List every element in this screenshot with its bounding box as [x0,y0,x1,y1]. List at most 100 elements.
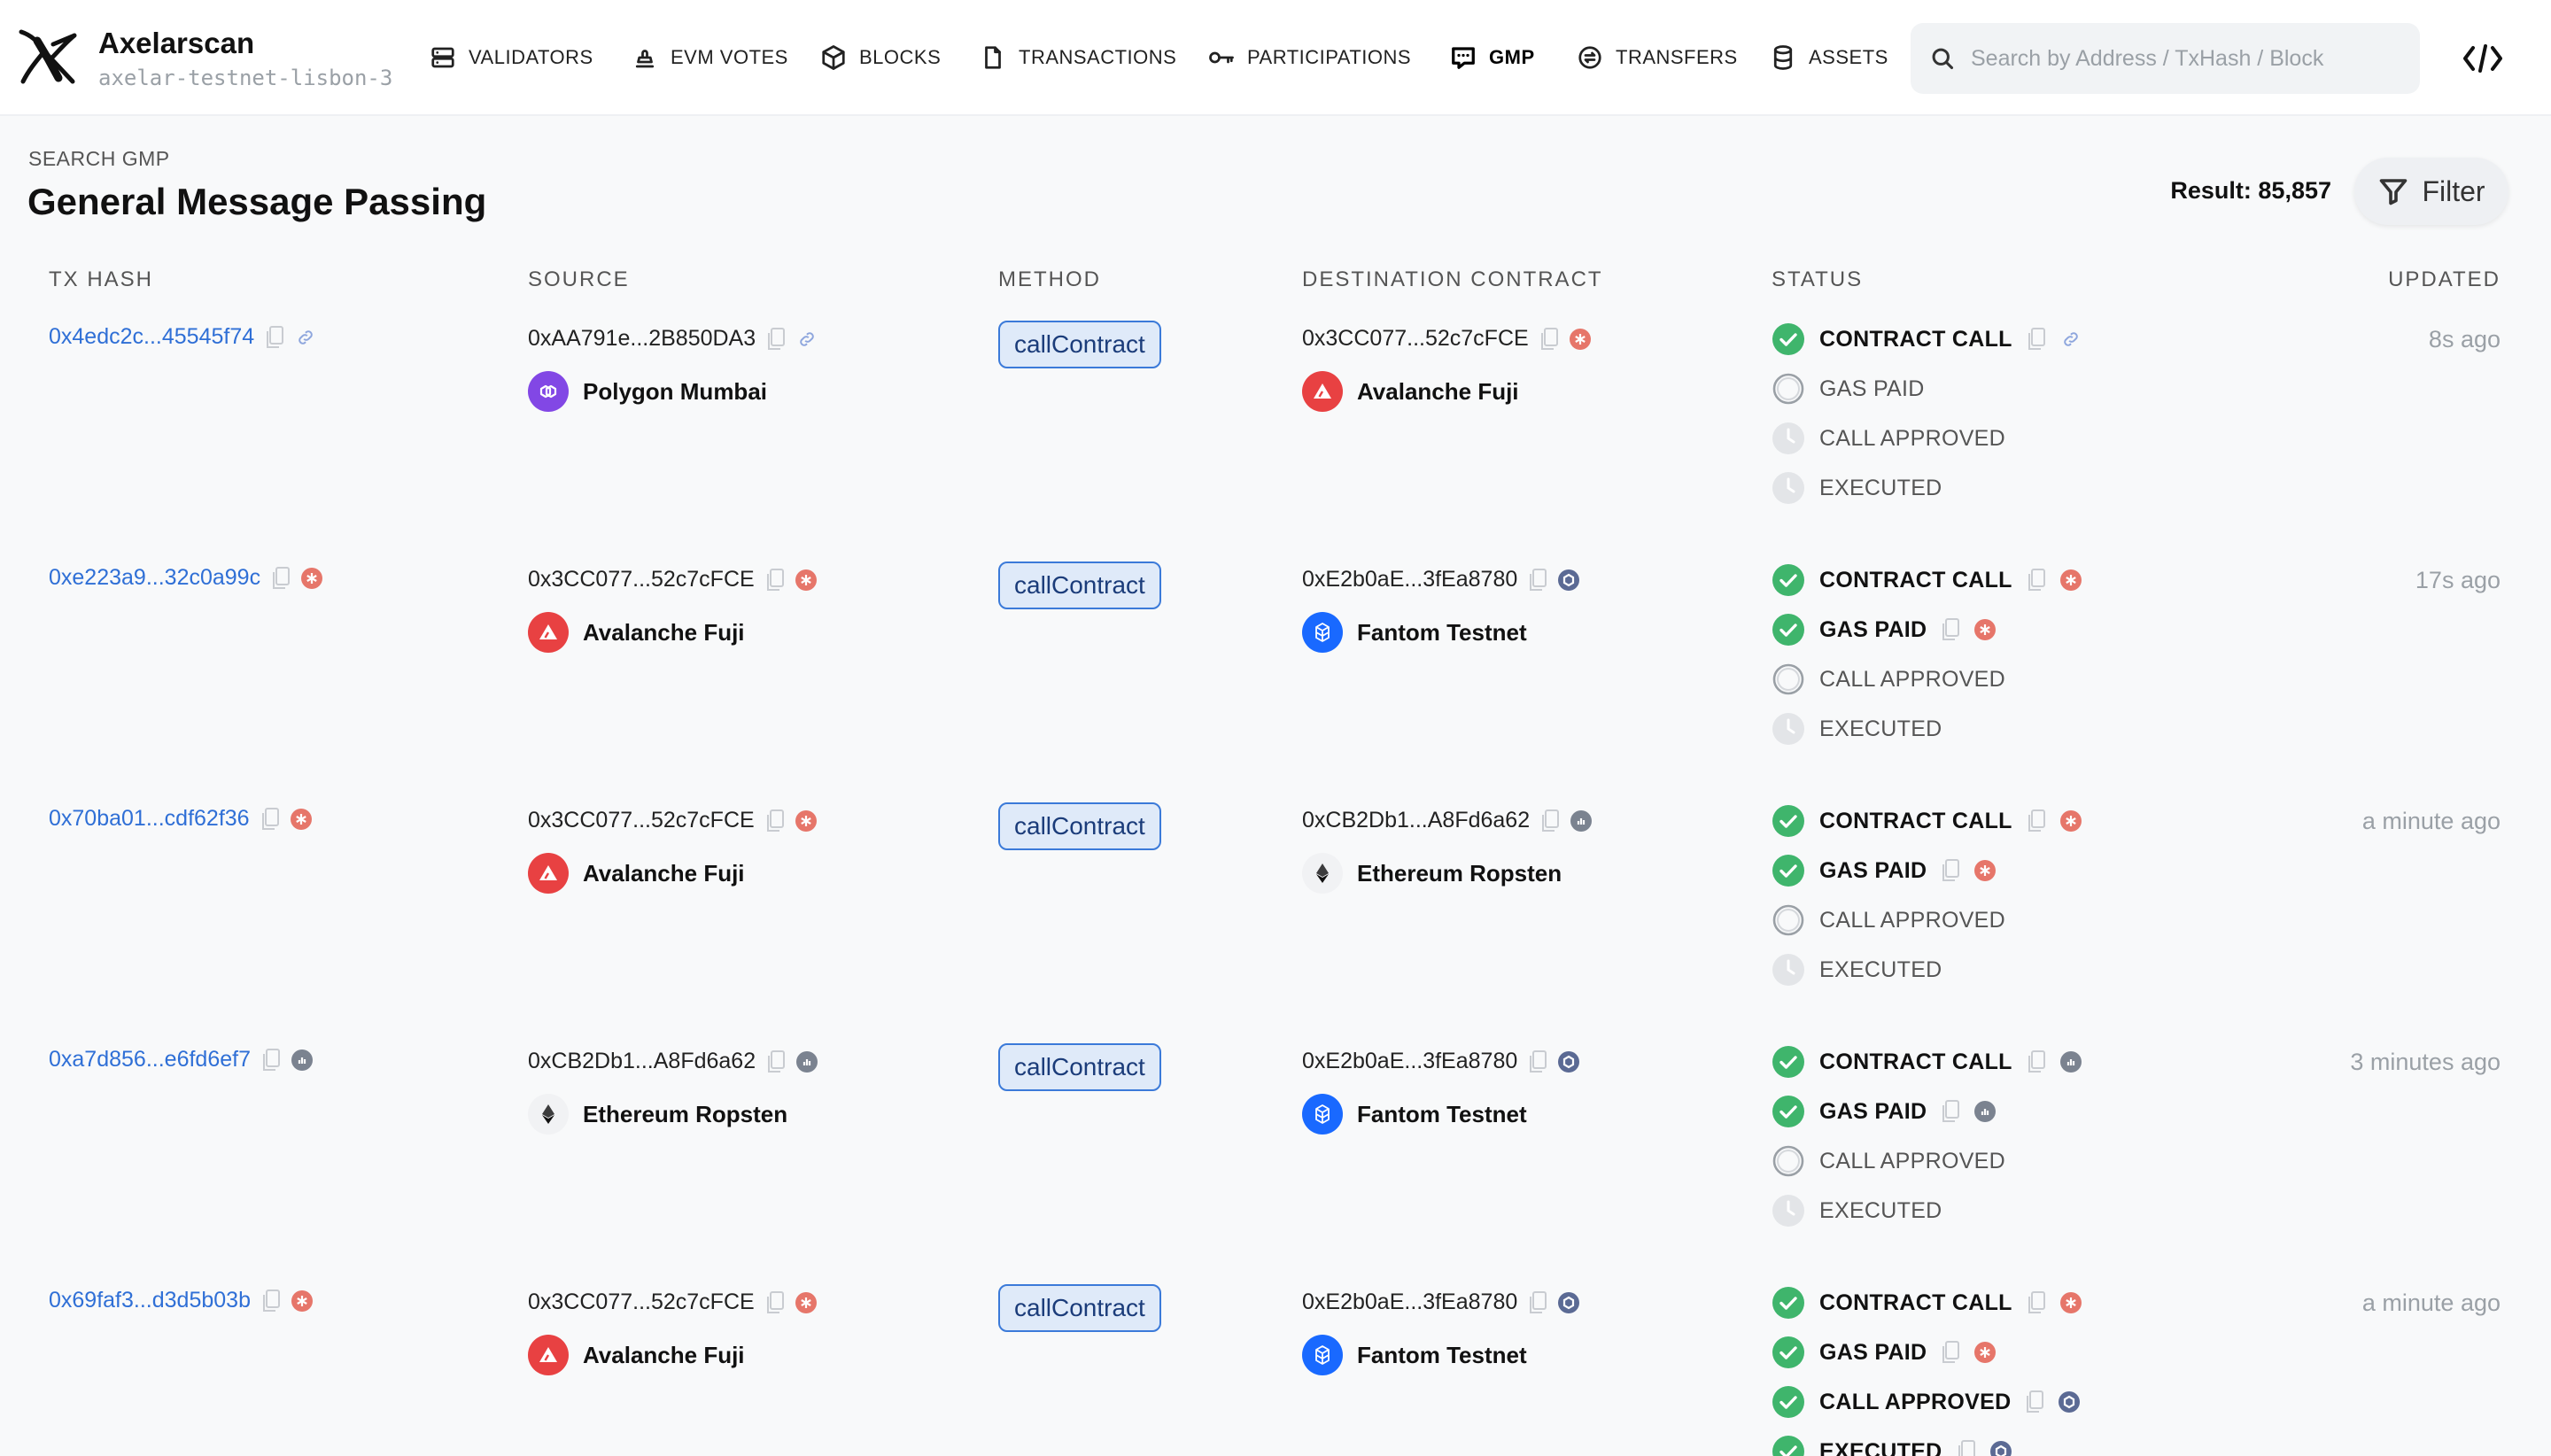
filter-button[interactable]: Filter [2354,158,2508,225]
spinner-icon [1772,904,1804,936]
nav-transactions[interactable]: TRANSACTIONS [980,43,1176,73]
copy-icon[interactable] [261,1289,281,1313]
copy-icon[interactable] [765,809,785,833]
status-step-label: GAS PAID [1819,616,1927,642]
status-step-label: GAS PAID [1819,1339,1927,1365]
snowtrace-icon[interactable] [290,808,312,830]
copy-icon[interactable] [1941,1340,1960,1365]
copy-icon[interactable] [1540,809,1560,833]
link-icon[interactable] [796,329,818,350]
snowtrace-icon[interactable] [301,567,323,589]
etherscan-icon[interactable] [291,1049,313,1071]
nav-assets-label: ASSETS [1809,46,1888,68]
tx-hash-link[interactable]: 0xe223a9...32c0a99c [49,565,260,591]
copy-icon[interactable] [2025,1390,2044,1414]
copy-icon[interactable] [2027,1049,2046,1074]
nav-participations[interactable]: PARTICIPATIONS [1208,43,1411,73]
copy-icon[interactable] [2027,568,2046,592]
destination-address[interactable]: 0x3CC077...52c7cFCE [1302,326,1529,352]
etherscan-icon[interactable] [1974,1101,1997,1122]
search-box[interactable] [1911,23,2420,94]
ftmscan-icon[interactable] [2059,1391,2081,1413]
copy-icon[interactable] [1941,858,1960,883]
tx-hash-link[interactable]: 0x69faf3...d3d5b03b [49,1288,251,1313]
copy-icon[interactable] [765,568,785,592]
nav-blocks[interactable]: BLOCKS [820,43,941,73]
snowtrace-icon[interactable] [795,569,817,591]
copy-icon[interactable] [765,1290,785,1315]
destination-address[interactable]: 0xE2b0aE...3fEa8780 [1302,1049,1517,1074]
nav-validators[interactable]: VALIDATORS [430,43,593,73]
snowtrace-icon[interactable] [1974,860,1997,881]
nav-assets[interactable]: ASSETS [1770,43,1888,73]
destination-address[interactable]: 0xE2b0aE...3fEa8780 [1302,567,1517,592]
snowtrace-icon[interactable] [2059,569,2082,591]
copy-icon[interactable] [1941,617,1960,642]
snowtrace-icon[interactable] [1569,328,1591,350]
destination-cell: 0xE2b0aE...3fEa8780 Fantom Testnet [1302,567,1580,653]
column-source[interactable]: SOURCE [528,267,630,292]
nav-gmp[interactable]: GMP [1450,43,1535,73]
tx-hash-link[interactable]: 0x4edc2c...45545f74 [49,324,254,350]
column-tx-hash[interactable]: TX HASH [49,267,153,292]
updated-time: 17s ago [2415,567,2501,593]
snowtrace-icon[interactable] [291,1289,313,1312]
copy-icon[interactable] [766,1049,786,1074]
tx-hash-link[interactable]: 0xa7d856...e6fd6ef7 [49,1047,251,1073]
column-status[interactable]: STATUS [1772,267,1863,292]
etherscan-icon[interactable] [1570,809,1593,832]
copy-icon[interactable] [1528,568,1547,592]
source-address[interactable]: 0x3CC077...52c7cFCE [528,567,755,592]
destination-address[interactable]: 0xCB2Db1...A8Fd6a62 [1302,808,1530,833]
code-icon[interactable] [2462,41,2503,76]
copy-icon[interactable] [265,325,284,350]
snowtrace-icon[interactable] [2059,810,2082,832]
copy-icon[interactable] [1957,1439,1976,1456]
copy-icon[interactable] [2027,1290,2046,1315]
copy-icon[interactable] [260,807,280,832]
snowtrace-icon[interactable] [1974,619,1997,640]
tx-hash-link[interactable]: 0x70ba01...cdf62f36 [49,806,250,832]
status-step-label: EXECUTED [1819,716,1942,741]
link-icon[interactable] [295,327,316,348]
nav-blocks-label: BLOCKS [859,46,942,68]
column-updated[interactable]: UPDATED [2388,267,2501,292]
nav-transfers[interactable]: TRANSFERS [1577,43,1738,73]
copy-icon[interactable] [2027,809,2046,833]
copy-icon[interactable] [1941,1099,1960,1124]
source-address[interactable]: 0x3CC077...52c7cFCE [528,1289,755,1315]
copy-icon[interactable] [271,566,291,591]
ftmscan-icon[interactable] [1558,569,1580,591]
snowtrace-icon[interactable] [1974,1342,1997,1363]
ftmscan-icon[interactable] [1989,1441,2012,1456]
copy-icon[interactable] [2027,327,2046,352]
etherscan-icon[interactable] [2059,1051,2082,1073]
column-destination-contract[interactable]: DESTINATION CONTRACT [1302,267,1603,292]
status-step-label: EXECUTED [1819,956,1942,982]
etherscan-icon[interactable] [796,1050,818,1073]
nav-participations-label: PARTICIPATIONS [1247,46,1412,68]
copy-icon[interactable] [261,1048,281,1073]
copy-icon[interactable] [766,327,786,352]
ftmscan-icon[interactable] [1558,1050,1580,1073]
method-badge: callContract [998,561,1161,609]
destination-address[interactable]: 0xE2b0aE...3fEa8780 [1302,1289,1517,1315]
snowtrace-icon[interactable] [2059,1292,2082,1313]
axelar-logo-icon[interactable] [18,27,80,89]
nav-evm-votes[interactable]: EVM VOTES [632,43,788,73]
link-icon[interactable] [2060,329,2082,350]
search-input[interactable] [1971,45,2396,72]
source-cell: 0xAA791e...2B850DA3 Polygon Mumbai [528,326,818,412]
source-address[interactable]: 0x3CC077...52c7cFCE [528,808,755,833]
ftmscan-icon[interactable] [1558,1291,1580,1313]
snowtrace-icon[interactable] [795,1291,817,1313]
copy-icon[interactable] [1528,1290,1547,1315]
copy-icon[interactable] [1539,327,1559,352]
source-address[interactable]: 0xCB2Db1...A8Fd6a62 [528,1049,756,1074]
brand-title[interactable]: Axelarscan [98,27,254,60]
status-step-label: CALL APPROVED [1819,1389,2012,1414]
source-address[interactable]: 0xAA791e...2B850DA3 [528,326,756,352]
snowtrace-icon[interactable] [795,809,817,832]
column-method[interactable]: METHOD [998,267,1101,292]
copy-icon[interactable] [1528,1049,1547,1074]
